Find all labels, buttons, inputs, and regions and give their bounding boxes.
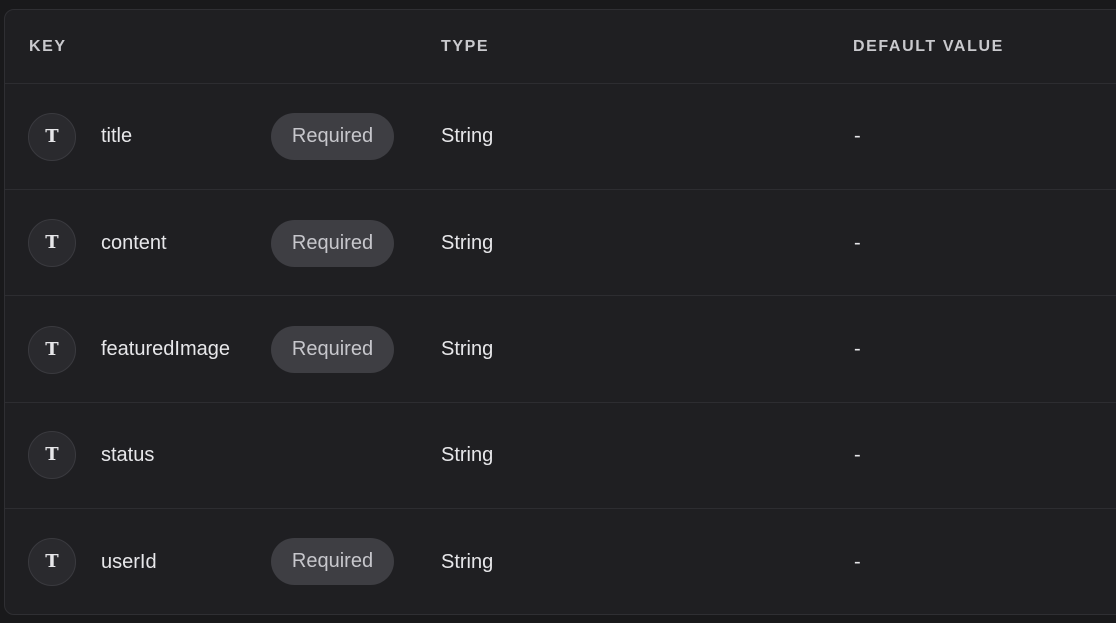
field-key: status	[101, 444, 155, 466]
column-header-default-value: DEFAULT VALUE	[853, 38, 1004, 55]
table-row[interactable]: T featuredImage Required String -	[5, 297, 1116, 403]
text-type-icon: T	[28, 326, 76, 374]
required-badge: Required	[271, 326, 394, 373]
field-default-value: -	[854, 444, 861, 466]
field-default-value: -	[854, 125, 861, 147]
field-key: content	[101, 232, 167, 254]
schema-fields-table: KEY TYPE DEFAULT VALUE T title Required …	[4, 9, 1116, 615]
column-header-type: TYPE	[441, 38, 490, 55]
field-key: userId	[101, 551, 157, 573]
field-type: String	[441, 338, 494, 360]
field-type: String	[441, 125, 494, 147]
required-badge: Required	[271, 538, 394, 585]
table-row[interactable]: T content Required String -	[5, 190, 1116, 296]
field-type: String	[441, 232, 494, 254]
text-type-icon: T	[28, 219, 76, 267]
table-row[interactable]: T status String -	[5, 403, 1116, 509]
text-type-icon: T	[28, 431, 76, 479]
table-header: KEY TYPE DEFAULT VALUE	[5, 10, 1116, 84]
field-type: String	[441, 551, 494, 573]
field-default-value: -	[854, 551, 861, 573]
table-row[interactable]: T title Required String -	[5, 84, 1116, 190]
field-key: featuredImage	[101, 338, 230, 360]
column-header-key: KEY	[29, 38, 67, 55]
field-key: title	[101, 125, 133, 147]
text-type-icon: T	[28, 538, 76, 586]
required-badge: Required	[271, 220, 394, 267]
field-default-value: -	[854, 232, 861, 254]
required-badge: Required	[271, 113, 394, 160]
table-row[interactable]: T userId Required String -	[5, 509, 1116, 614]
field-default-value: -	[854, 338, 861, 360]
text-type-icon: T	[28, 113, 76, 161]
field-type: String	[441, 444, 494, 466]
